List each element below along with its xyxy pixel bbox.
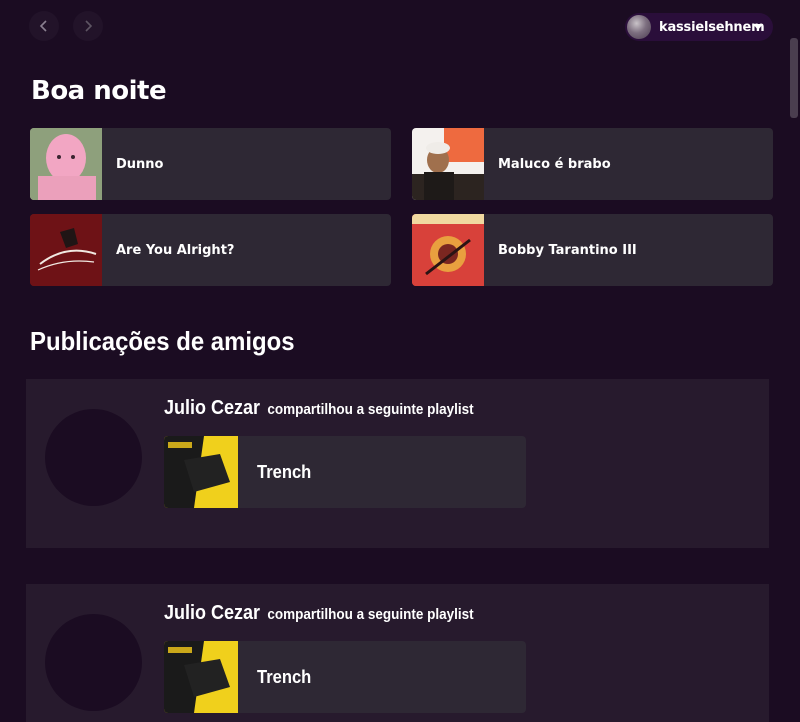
album-cover (412, 128, 484, 200)
shared-playlist-card[interactable]: Trench (164, 436, 526, 508)
chevron-left-icon (39, 20, 47, 32)
section-title: Publicações de amigos (30, 326, 295, 356)
friend-avatar[interactable] (45, 614, 142, 711)
shortcut-label: Dunno (116, 156, 164, 172)
shortcut-label: Maluco é brabo (498, 156, 611, 172)
shortcut-dunno[interactable]: Dunno (30, 128, 391, 200)
shortcut-are-you-alright[interactable]: Are You Alright? (30, 214, 391, 286)
avatar (627, 15, 651, 39)
playlist-name: Trench (257, 461, 312, 482)
shortcut-bobby-tarantino-iii[interactable]: Bobby Tarantino III (412, 214, 773, 286)
playlist-cover (164, 641, 238, 713)
post-author[interactable]: Julio Cezar (164, 397, 260, 419)
post-author[interactable]: Julio Cezar (164, 602, 260, 624)
album-cover (412, 214, 484, 286)
album-cover (30, 214, 102, 286)
shared-playlist-card[interactable]: Trench (164, 641, 526, 713)
shortcut-maluco-e-brabo[interactable]: Maluco é brabo (412, 128, 773, 200)
username: kassielsehnem (659, 19, 765, 35)
post-action: compartilhou a seguinte playlist (267, 606, 474, 623)
shortcut-label: Bobby Tarantino III (498, 242, 637, 258)
playlist-cover (164, 436, 238, 508)
shortcut-label: Are You Alright? (116, 242, 235, 258)
greeting-title: Boa noite (31, 76, 167, 106)
scrollbar-track[interactable] (789, 38, 800, 722)
back-button[interactable] (29, 11, 59, 41)
post-header: Julio Cezar compartilhou a seguinte play… (164, 397, 474, 420)
user-menu-button[interactable]: kassielsehnem (625, 13, 773, 41)
caret-down-icon (753, 24, 763, 30)
forward-button[interactable] (73, 11, 103, 41)
post-action: compartilhou a seguinte playlist (267, 401, 474, 418)
playlist-name: Trench (257, 666, 312, 687)
post-header: Julio Cezar compartilhou a seguinte play… (164, 602, 474, 625)
home-page: kassielsehnem Boa noite Dunno Maluco é b… (0, 0, 800, 722)
friend-avatar[interactable] (45, 409, 142, 506)
friend-post: Julio Cezar compartilhou a seguinte play… (26, 584, 769, 722)
friend-post: Julio Cezar compartilhou a seguinte play… (26, 379, 769, 548)
chevron-right-icon (85, 20, 93, 32)
scrollbar-thumb[interactable] (790, 38, 798, 118)
album-cover (30, 128, 102, 200)
